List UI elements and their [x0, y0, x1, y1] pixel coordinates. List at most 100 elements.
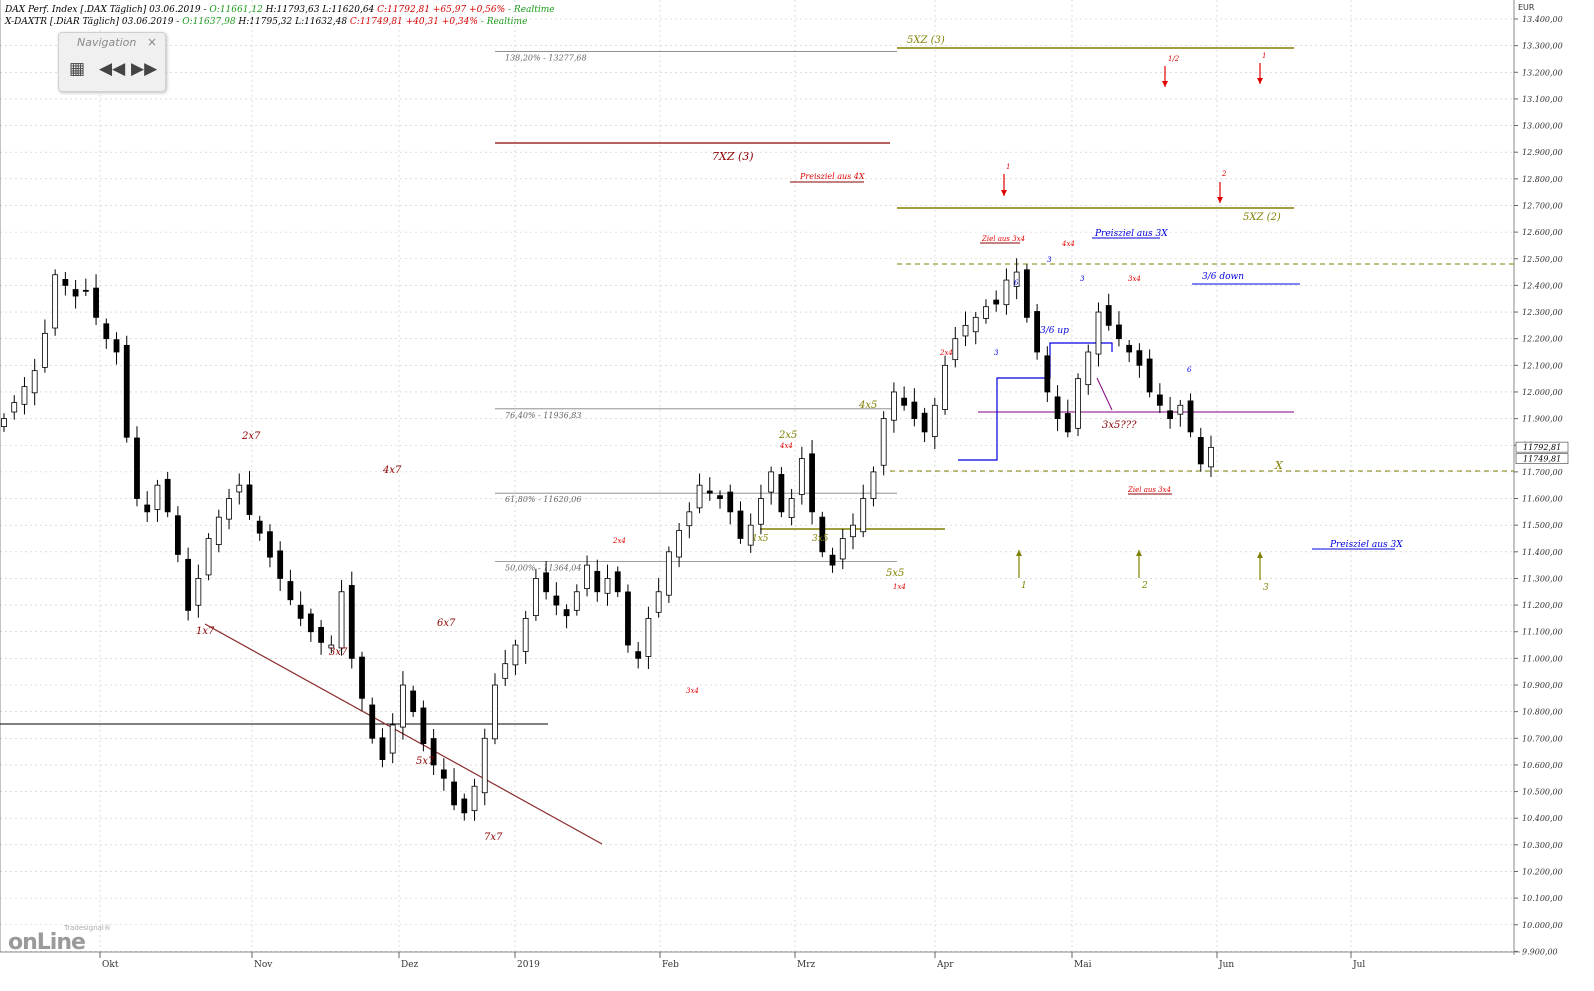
- candle-body: [359, 656, 365, 699]
- candle: [512, 639, 519, 675]
- label-2x5: 2x5: [778, 430, 797, 441]
- candle-body: [911, 401, 918, 420]
- candle-body: [563, 609, 570, 617]
- candle: [635, 642, 642, 669]
- y-tick-label: 10.000,00: [1522, 921, 1563, 930]
- candle: [267, 524, 273, 568]
- candle: [195, 564, 202, 618]
- candle: [103, 318, 110, 349]
- candle-body: [502, 663, 509, 679]
- price-chart[interactable]: EUR 13.400,00 13.300,00 13.200,00 13.100,00 1…: [0, 0, 1594, 991]
- candle: [123, 335, 130, 443]
- close-icon[interactable]: ×: [147, 35, 157, 49]
- y-tick-label: 11.000,00: [1522, 654, 1563, 663]
- y-tick-label: 11.300,00: [1522, 574, 1563, 583]
- candle-body: [594, 570, 601, 593]
- candle-body: [1095, 311, 1102, 355]
- candle: [134, 426, 140, 507]
- candle-body: [952, 338, 959, 361]
- candle-body: [451, 781, 457, 806]
- candle-body: [829, 554, 836, 566]
- candle-body: [1177, 404, 1184, 415]
- candle: [1095, 302, 1102, 367]
- y-tick-label: 13.400,00: [1522, 15, 1563, 24]
- candle: [502, 649, 509, 687]
- candle-body: [226, 498, 232, 520]
- y-tick-label: 12.900,00: [1522, 148, 1563, 157]
- candle-body: [983, 306, 989, 319]
- candle: [983, 299, 989, 324]
- label-x: X: [1274, 459, 1284, 472]
- candle: [185, 547, 192, 621]
- candle: [72, 279, 79, 309]
- candle: [758, 484, 764, 535]
- candle: [420, 700, 427, 752]
- fib-level-label: 50,00% - 11364,04: [505, 563, 581, 572]
- navigation-panel[interactable]: Navigation × ▦ ◀◀ ▶▶: [58, 32, 166, 92]
- candle-body: [123, 344, 130, 438]
- y-tick-label: 11.400,00: [1522, 548, 1563, 557]
- candle: [492, 673, 498, 745]
- candle-body: [369, 704, 376, 739]
- candle: [205, 533, 212, 581]
- candle: [164, 471, 171, 518]
- candle-body: [573, 591, 580, 611]
- label-preisziel-4x: Preisziel aus 4X: [799, 172, 865, 181]
- candle: [553, 582, 560, 616]
- candle: [430, 728, 437, 776]
- x-tick-label: Feb: [662, 960, 679, 970]
- candle: [144, 491, 151, 522]
- candle: [21, 377, 28, 415]
- candle-body: [870, 471, 877, 500]
- candle-body: [625, 591, 631, 646]
- y-tick-label: 11.100,00: [1522, 628, 1563, 637]
- candle-body: [1208, 446, 1214, 468]
- candle-body: [1075, 378, 1081, 429]
- candle-body: [1054, 396, 1061, 419]
- candle-body: [1156, 394, 1163, 406]
- label-count-2: 2: [1141, 581, 1148, 591]
- candle: [768, 466, 775, 505]
- label-preisziel-3x-bottom: Preisziel aus 3X: [1329, 540, 1403, 550]
- x-tick-label: Apr: [936, 960, 954, 970]
- candle: [655, 577, 662, 618]
- candle: [1187, 393, 1194, 438]
- label-1-top: 1: [1262, 52, 1266, 60]
- candle: [338, 580, 345, 656]
- label-1x7: 1x7: [196, 626, 215, 637]
- candle-body: [737, 510, 744, 539]
- candle: [1156, 383, 1163, 414]
- candle-body: [891, 391, 897, 421]
- fib-level-label: 76,40% - 11936,83: [505, 411, 581, 420]
- label-1-2: 1/2: [1168, 55, 1180, 63]
- rewind-icon[interactable]: ◀◀: [99, 59, 125, 79]
- candle: [1116, 311, 1122, 347]
- candle: [737, 501, 744, 544]
- label-36-up: 3/6 up: [1040, 326, 1069, 336]
- candle-body: [11, 402, 18, 413]
- candle: [246, 471, 253, 520]
- arrow-up-3-head: [1257, 552, 1263, 558]
- candle-body: [553, 595, 560, 606]
- candle-body: [348, 585, 355, 659]
- candle-body: [400, 684, 406, 728]
- candle-body: [809, 453, 815, 513]
- y-tick-label: 12.700,00: [1522, 201, 1563, 210]
- candle-body: [635, 651, 642, 659]
- label-2x4-a: 2x4: [612, 537, 626, 545]
- candle: [870, 466, 877, 507]
- candle-body: [788, 498, 795, 519]
- fast-forward-icon[interactable]: ▶▶: [131, 59, 157, 79]
- candle-body: [195, 578, 202, 606]
- candle-body: [972, 316, 979, 333]
- y-tick-label: 11.700,00: [1522, 468, 1563, 477]
- candle: [1146, 349, 1153, 398]
- candle-body: [1116, 324, 1122, 340]
- label-blue-3-c: 3: [1080, 275, 1085, 283]
- candle: [348, 571, 355, 669]
- candle-body: [614, 571, 621, 593]
- label-2x4-b: 2x4: [939, 349, 953, 357]
- candle: [942, 355, 948, 415]
- grid-icon[interactable]: ▦: [69, 59, 85, 79]
- candle-body: [410, 690, 417, 713]
